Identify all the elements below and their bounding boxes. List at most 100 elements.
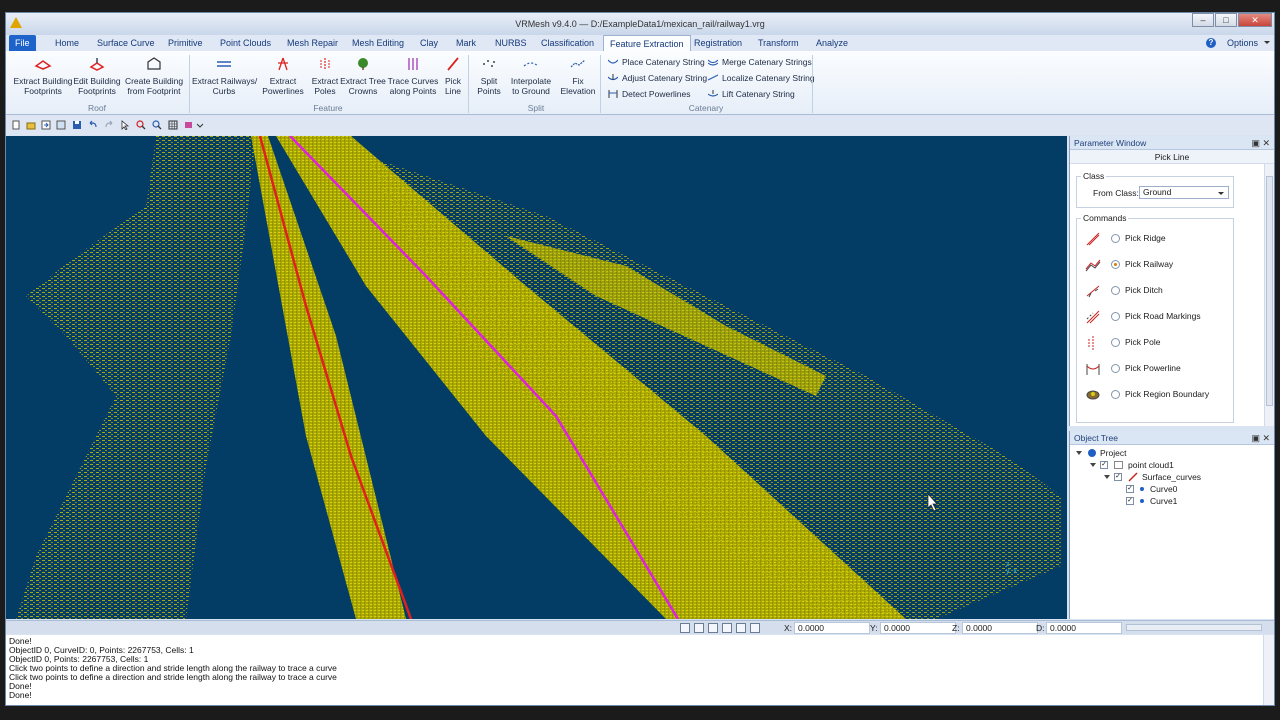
command-pick-ridge[interactable]: Pick Ridge: [1085, 229, 1235, 249]
view-cube-icon[interactable]: [184, 120, 194, 130]
visibility-checkbox[interactable]: ✓: [1126, 485, 1134, 493]
create-building-from-footprint-button[interactable]: Create Building from Footprint: [122, 53, 186, 96]
grid-icon[interactable]: [168, 120, 178, 130]
tab-analyze[interactable]: Analyze: [810, 35, 854, 51]
button-label: Adjust Catenary String: [622, 73, 708, 83]
command-pick-region-boundary[interactable]: Pick Region Boundary: [1085, 385, 1235, 405]
view-right-icon[interactable]: [722, 623, 732, 633]
chevron-down-icon: [1264, 41, 1270, 44]
help-icon[interactable]: ?: [1206, 38, 1216, 48]
export-icon[interactable]: [56, 120, 66, 130]
log-scrollbar[interactable]: [1263, 635, 1274, 705]
pin-close-icon[interactable]: ▣ ✕: [1251, 136, 1270, 150]
view-top-icon[interactable]: [736, 623, 746, 633]
axis-triad-icon: zy x: [1006, 561, 1017, 575]
building-footprint-icon: [34, 60, 52, 70]
options-menu[interactable]: Options: [1227, 35, 1258, 51]
expand-icon[interactable]: [1104, 475, 1110, 479]
view-left-icon[interactable]: [708, 623, 718, 633]
split-points-button[interactable]: Split Points: [472, 53, 506, 96]
command-pick-road-markings[interactable]: Pick Road Markings: [1085, 307, 1235, 327]
pick-line-button[interactable]: Pick Line: [442, 53, 464, 96]
tab-classification[interactable]: Classification: [535, 35, 600, 51]
interpolate-to-ground-button[interactable]: Interpolate to Ground: [508, 53, 554, 96]
close-button[interactable]: ✕: [1238, 13, 1272, 27]
button-label: Extract Poles: [311, 76, 339, 96]
select-cursor-icon[interactable]: [120, 120, 130, 130]
minimize-button[interactable]: –: [1192, 13, 1214, 27]
tab-transform[interactable]: Transform: [752, 35, 805, 51]
radio-pick-road-markings[interactable]: [1111, 312, 1120, 321]
open-folder-icon[interactable]: [26, 120, 36, 130]
tab-primitive[interactable]: Primitive: [162, 35, 209, 51]
3d-viewport[interactable]: zy x: [6, 136, 1067, 619]
command-pick-powerline[interactable]: Pick Powerline: [1085, 359, 1235, 379]
tab-home[interactable]: Home: [49, 35, 85, 51]
command-pick-ditch[interactable]: Pick Ditch: [1085, 281, 1235, 301]
x-coordinate-field[interactable]: 0.0000: [794, 622, 870, 634]
tab-mark[interactable]: Mark: [450, 35, 482, 51]
horizontal-scrollbar[interactable]: [1126, 624, 1262, 631]
radio-pick-pole[interactable]: [1111, 338, 1120, 347]
redo-icon[interactable]: [104, 120, 114, 130]
localize-catenary-string-button[interactable]: Localize Catenary String: [708, 71, 815, 85]
tab-registration[interactable]: Registration: [688, 35, 748, 51]
view-back-icon[interactable]: [694, 623, 704, 633]
scroll-thumb[interactable]: [1266, 176, 1273, 406]
edit-building-footprints-button[interactable]: Edit Building Footprints: [70, 53, 124, 96]
zoom-window-icon[interactable]: [136, 120, 146, 130]
chevron-down-icon[interactable]: [196, 120, 204, 130]
radio-pick-region-boundary[interactable]: [1111, 390, 1120, 399]
merge-catenary-strings-button[interactable]: Merge Catenary Strings: [708, 55, 812, 69]
extract-tree-crowns-button[interactable]: Extract Tree Crowns: [340, 53, 386, 96]
tab-surface-curve[interactable]: Surface Curve: [91, 35, 161, 51]
import-icon[interactable]: [41, 120, 51, 130]
tab-clay[interactable]: Clay: [414, 35, 444, 51]
visibility-checkbox[interactable]: ✓: [1114, 473, 1122, 481]
view-front-icon[interactable]: [680, 623, 690, 633]
tab-point-clouds[interactable]: Point Clouds: [214, 35, 277, 51]
radio-pick-powerline[interactable]: [1111, 364, 1120, 373]
radio-pick-ditch[interactable]: [1111, 286, 1120, 295]
maximize-button[interactable]: □: [1215, 13, 1237, 27]
z-coordinate-field[interactable]: 0.0000: [962, 622, 1038, 634]
visibility-checkbox[interactable]: ✓: [1126, 497, 1134, 505]
point-cloud-view[interactable]: [6, 136, 1067, 619]
command-pick-railway[interactable]: Pick Railway: [1085, 255, 1235, 275]
tab-nurbs[interactable]: NURBS: [489, 35, 533, 51]
view-bottom-icon[interactable]: [750, 623, 760, 633]
command-pick-pole[interactable]: Pick Pole: [1085, 333, 1235, 353]
undo-icon[interactable]: [88, 120, 98, 130]
fix-elevation-button[interactable]: Fix Elevation: [560, 53, 596, 96]
extract-building-footprints-button[interactable]: Extract Building Footprints: [10, 53, 76, 96]
tab-mesh-repair[interactable]: Mesh Repair: [281, 35, 344, 51]
extract-railways-curbs-button[interactable]: Extract Railways/ Curbs: [192, 53, 257, 96]
button-label: Extract Building Footprints: [13, 76, 73, 96]
parameter-scrollbar[interactable]: [1264, 164, 1274, 426]
d-distance-field[interactable]: 0.0000: [1046, 622, 1122, 634]
y-coordinate-field[interactable]: 0.0000: [880, 622, 956, 634]
tab-feature-extraction[interactable]: Feature Extraction: [603, 35, 691, 51]
tab-file[interactable]: File: [9, 35, 36, 51]
tab-mesh-editing[interactable]: Mesh Editing: [346, 35, 410, 51]
from-class-select[interactable]: Ground: [1139, 186, 1229, 199]
visibility-checkbox[interactable]: ✓: [1100, 461, 1108, 469]
merge-catenary-icon: [708, 59, 718, 66]
lift-catenary-string-button[interactable]: Lift Catenary String: [708, 87, 795, 101]
extract-powerlines-button[interactable]: Extract Powerlines: [260, 53, 306, 96]
trace-curves-along-points-button[interactable]: Trace Curves along Points: [386, 53, 440, 96]
region-boundary-icon: [1086, 390, 1100, 400]
radio-pick-ridge[interactable]: [1111, 234, 1120, 243]
extract-poles-button[interactable]: Extract Poles: [308, 53, 342, 96]
expand-icon[interactable]: [1090, 463, 1096, 467]
expand-icon[interactable]: [1076, 451, 1082, 455]
zoom-icon[interactable]: [152, 120, 162, 130]
pin-close-icon[interactable]: ▣ ✕: [1251, 431, 1270, 445]
radio-pick-railway[interactable]: [1111, 260, 1120, 269]
adjust-catenary-string-button[interactable]: Adjust Catenary String: [608, 71, 707, 85]
new-file-icon[interactable]: [11, 120, 21, 130]
detect-powerlines-button[interactable]: Detect Powerlines: [608, 87, 691, 101]
button-label: Place Catenary String: [622, 57, 705, 67]
save-icon[interactable]: [72, 120, 82, 130]
place-catenary-string-button[interactable]: Place Catenary String: [608, 55, 705, 69]
